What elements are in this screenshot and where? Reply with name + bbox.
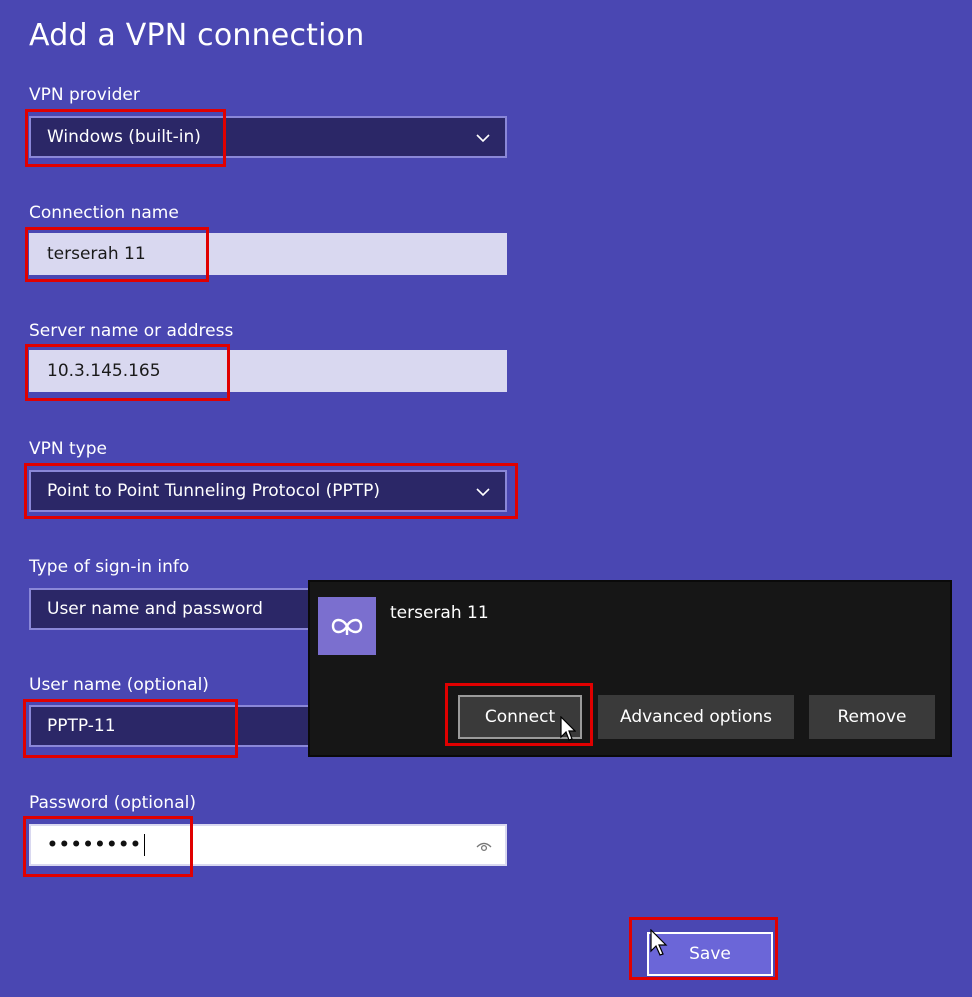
server-address-value: 10.3.145.165 bbox=[47, 361, 161, 381]
connection-name-value: terserah 11 bbox=[47, 244, 146, 264]
vpn-type-value: Point to Point Tunneling Protocol (PPTP) bbox=[47, 481, 381, 501]
text-caret bbox=[143, 834, 145, 856]
password-value: •••••••• bbox=[47, 835, 142, 855]
remove-button[interactable]: Remove bbox=[809, 695, 935, 739]
vpn-provider-select[interactable]: Windows (built-in) bbox=[29, 116, 507, 158]
server-label: Server name or address bbox=[29, 321, 234, 341]
server-address-field[interactable]: 10.3.145.165 bbox=[29, 350, 507, 392]
vpn-link-glyph bbox=[331, 618, 363, 635]
vpn-type-select[interactable]: Point to Point Tunneling Protocol (PPTP) bbox=[29, 470, 507, 512]
mouse-cursor-icon bbox=[560, 716, 576, 741]
chevron-down-icon bbox=[476, 134, 490, 143]
chevron-down-icon bbox=[476, 488, 490, 497]
advanced-options-button[interactable]: Advanced options bbox=[598, 695, 794, 739]
page-title: Add a VPN connection bbox=[29, 18, 365, 53]
password-field[interactable]: •••••••• bbox=[29, 824, 507, 866]
connection-name-label: Connection name bbox=[29, 203, 179, 223]
vpn-type-label: VPN type bbox=[29, 439, 107, 459]
signin-type-value: User name and password bbox=[47, 599, 263, 619]
mouse-cursor-icon bbox=[650, 929, 668, 956]
signin-type-label: Type of sign-in info bbox=[29, 557, 190, 577]
connection-name-field[interactable]: terserah 11 bbox=[29, 233, 507, 275]
vpn-provider-label: VPN provider bbox=[29, 85, 140, 105]
eye-icon[interactable] bbox=[475, 839, 493, 853]
username-label: User name (optional) bbox=[29, 675, 209, 695]
password-label: Password (optional) bbox=[29, 793, 196, 813]
username-value: PPTP-11 bbox=[47, 716, 116, 736]
vpn-provider-value: Windows (built-in) bbox=[47, 127, 201, 147]
popup-connection-name: terserah 11 bbox=[390, 603, 489, 623]
vpn-icon bbox=[318, 597, 376, 655]
